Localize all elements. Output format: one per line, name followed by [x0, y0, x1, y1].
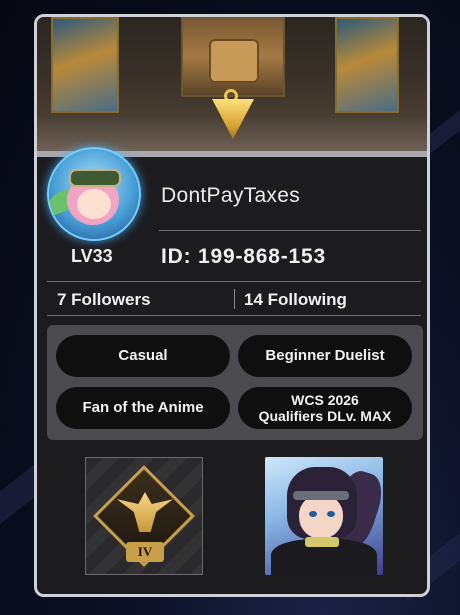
character-icon[interactable]: [265, 457, 383, 575]
character-collar: [305, 537, 339, 547]
rank-emblem-icon[interactable]: IV: [85, 457, 203, 575]
banner-tapestry-left: [51, 17, 119, 113]
followers-count[interactable]: 7 Followers: [57, 290, 151, 310]
title-tag[interactable]: Casual: [56, 335, 230, 377]
avatar-goggles: [69, 169, 121, 187]
profile-banner: [37, 17, 427, 151]
character-face: [299, 495, 343, 539]
character-eye: [309, 511, 317, 517]
banner-totem: [181, 17, 285, 97]
player-level: LV33: [71, 246, 113, 266]
title-tag[interactable]: Fan of the Anime: [56, 387, 230, 429]
divider: [47, 315, 421, 316]
title-tags-panel: Casual Beginner Duelist Fan of the Anime…: [47, 325, 423, 440]
following-count[interactable]: 14 Following: [244, 290, 347, 310]
banner-tapestry-right: [335, 17, 399, 113]
rank-tier-label: IV: [126, 542, 164, 562]
title-tag[interactable]: WCS 2026 Qualifiers DLv. MAX: [238, 387, 412, 429]
character-visor: [293, 491, 349, 500]
avatar[interactable]: [47, 147, 141, 241]
follow-separator: [234, 289, 235, 309]
profile-card: DontPayTaxes LV33 ID: 199-868-153 7 Foll…: [34, 14, 430, 597]
divider: [47, 281, 421, 282]
title-tag[interactable]: Beginner Duelist: [238, 335, 412, 377]
character-eye: [327, 511, 335, 517]
avatar-face: [77, 189, 111, 219]
totem-face: [209, 39, 259, 83]
player-id: ID: 199-868-153: [161, 245, 326, 268]
divider: [159, 230, 421, 231]
player-name: DontPayTaxes: [161, 184, 301, 207]
